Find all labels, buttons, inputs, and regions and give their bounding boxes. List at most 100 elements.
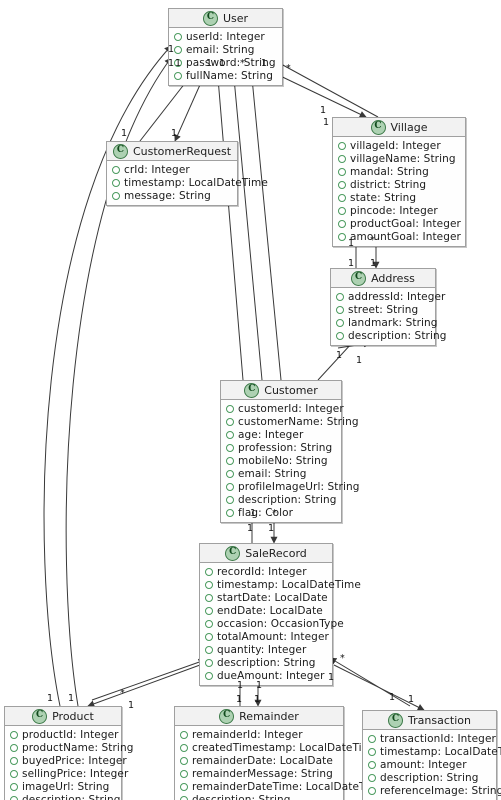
relationship-edge xyxy=(317,335,359,381)
attribute-label: sellingPrice: Integer xyxy=(22,767,129,780)
visibility-public-icon xyxy=(226,430,234,439)
visibility-public-icon xyxy=(180,795,188,800)
attribute-row: email: String xyxy=(169,43,282,56)
visibility-public-icon xyxy=(368,760,376,769)
visibility-public-icon xyxy=(205,580,213,589)
class-box-user[interactable]: C User userId: Integer email: String passwor… xyxy=(168,8,283,86)
attribute-label: buyedPrice: Integer xyxy=(22,754,127,767)
class-header-product: C Product xyxy=(5,707,121,726)
multiplicity-label: * xyxy=(370,235,375,246)
attribute-label: imageUrl: String xyxy=(22,780,110,793)
class-name-label: Transaction xyxy=(408,713,471,727)
multiplicity-label: 1 xyxy=(237,680,244,691)
attribute-label: remainderDate: LocalDate xyxy=(192,754,333,767)
class-stereotype-icon: C xyxy=(225,545,241,561)
attribute-label: street: String xyxy=(348,303,419,316)
visibility-public-icon xyxy=(368,786,376,795)
multiplicity-label: 1 xyxy=(336,350,343,361)
attribute-label: villageName: String xyxy=(350,152,456,165)
visibility-public-icon xyxy=(338,167,346,176)
visibility-public-icon xyxy=(226,469,234,478)
attribute-label: profession: String xyxy=(238,441,333,454)
visibility-public-icon xyxy=(336,318,344,327)
multiplicity-label: * xyxy=(240,58,245,69)
visibility-public-icon xyxy=(226,495,234,504)
multiplicity-label: * xyxy=(286,63,291,74)
class-name-label: User xyxy=(222,11,249,25)
attribute-row: mandal: String xyxy=(333,165,465,178)
attribute-label: email: String xyxy=(238,467,307,480)
multiplicity-label: 1 xyxy=(247,523,254,534)
visibility-public-icon xyxy=(338,154,346,163)
attribute-label: flag: Color xyxy=(238,506,294,519)
attribute-row: district: String xyxy=(333,178,465,191)
attribute-label: createdTimestamp: LocalDateTime xyxy=(192,741,379,754)
attribute-row: quantity: Integer xyxy=(200,643,332,656)
attribute-label: description: String xyxy=(192,793,291,800)
attribute-label: timestamp: LocalDateTime xyxy=(380,745,501,758)
attribute-label: timestamp: LocalDateTime xyxy=(217,578,361,591)
attribute-row: sellingPrice: Integer xyxy=(5,767,128,780)
attribute-row: email: String xyxy=(221,467,341,480)
multiplicity-label: 1 xyxy=(370,258,377,269)
visibility-public-icon xyxy=(112,165,120,174)
attribute-label: timestamp: LocalDateTime xyxy=(124,176,268,189)
class-box-transaction[interactable]: C Transaction transactionId: Integer timest… xyxy=(362,710,501,800)
multiplicity-label: 1 xyxy=(219,58,226,69)
attribute-row: productId: Integer xyxy=(5,728,121,741)
multiplicity-label: 1 xyxy=(348,258,355,269)
class-box-address[interactable]: C Address addressId: Integer street: String… xyxy=(330,268,446,346)
class-box-customerrequest[interactable]: C CustomerRequest crId: Integer timestamp: … xyxy=(106,141,268,206)
attribute-row: customerName: String xyxy=(221,415,359,428)
visibility-public-icon xyxy=(205,645,213,654)
attribute-row: description: String xyxy=(175,793,343,800)
visibility-public-icon xyxy=(180,743,188,752)
multiplicity-label: 1 xyxy=(254,694,261,705)
class-header-remainder: C Remainder xyxy=(175,707,343,726)
class-box-remainder[interactable]: C Remainder remainderId: Integer createdTim… xyxy=(174,706,385,800)
attribute-row: villageId: Integer xyxy=(333,139,465,152)
attribute-label: description: String xyxy=(22,793,121,800)
attribute-row: timestamp: LocalDateTime xyxy=(107,176,268,189)
attribute-label: customerName: String xyxy=(238,415,359,428)
visibility-public-icon xyxy=(368,773,376,782)
attribute-row: remainderMessage: String xyxy=(175,767,343,780)
class-box-product[interactable]: C Product productId: Integer productName: S… xyxy=(4,706,133,800)
multiplicity-label: 1 xyxy=(168,44,175,55)
attribute-label: state: String xyxy=(350,191,417,204)
multiplicity-label: 1 xyxy=(320,105,327,116)
attribute-label: startDate: LocalDate xyxy=(217,591,328,604)
class-name-label: Product xyxy=(52,709,94,723)
attribute-row: villageName: String xyxy=(333,152,465,165)
attribute-label: description: String xyxy=(380,771,479,784)
attribute-row: landmark: String xyxy=(331,316,437,329)
attribute-row: remainderDateTime: LocalDateTime xyxy=(175,780,385,793)
attribute-row: description: String xyxy=(331,329,446,342)
relationship-edge xyxy=(233,77,267,387)
class-box-customer[interactable]: C Customer customerId: Integer customerName… xyxy=(220,380,359,523)
attribute-row: occasion: OccasionType xyxy=(200,617,344,630)
attribute-row: description: String xyxy=(200,656,332,669)
visibility-public-icon xyxy=(174,71,182,80)
attribute-row: fullName: String xyxy=(169,69,282,82)
class-box-village[interactable]: C Village villageId: Integer villageName: S… xyxy=(332,117,466,247)
relationship-edge xyxy=(91,658,206,701)
multiplicity-label: 1 xyxy=(47,693,54,704)
visibility-public-icon xyxy=(226,482,234,491)
relationship-edge xyxy=(273,57,379,118)
attribute-row: dueAmount: Integer xyxy=(200,669,332,682)
attribute-row: street: String xyxy=(331,303,435,316)
attribute-label: villageId: Integer xyxy=(350,139,441,152)
class-box-salerecord[interactable]: C SaleRecord recordId: Integer timestamp: L… xyxy=(199,543,361,686)
visibility-public-icon xyxy=(10,743,18,752)
attribute-row: addressId: Integer xyxy=(331,290,445,303)
class-name-label: CustomerRequest xyxy=(132,144,232,158)
visibility-public-icon xyxy=(368,734,376,743)
attribute-label: referenceImage: String xyxy=(380,784,501,797)
multiplicity-label: 1 xyxy=(175,58,182,69)
class-stereotype-icon: C xyxy=(32,708,48,724)
multiplicity-label: 1 xyxy=(68,693,75,704)
multiplicity-label: 1 xyxy=(250,508,257,519)
attribute-row: productName: String xyxy=(5,741,133,754)
class-header-village: C Village xyxy=(333,118,465,137)
